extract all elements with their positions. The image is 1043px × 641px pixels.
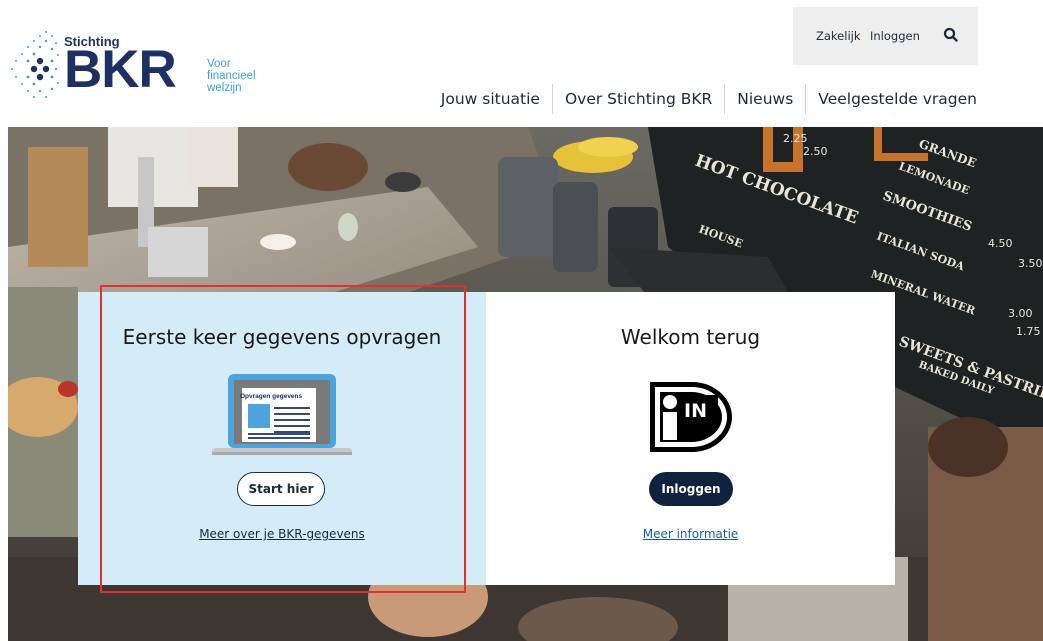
bkr-logo[interactable]: Stichting BKR Voor financieel welzijn <box>8 26 268 106</box>
zakelijk-link[interactable]: Zakelijk <box>816 29 861 43</box>
logo-bkr-text: BKR <box>64 40 177 99</box>
inloggen-link[interactable]: Inloggen <box>870 29 920 43</box>
logo-dots-icon <box>11 31 59 98</box>
chalkboard-price: 1.75 <box>1016 325 1041 338</box>
logo-tagline-line: welzijn <box>207 82 242 94</box>
inloggen-button[interactable]: Inloggen <box>649 472 733 506</box>
meer-informatie-link[interactable]: Meer informatie <box>643 527 739 541</box>
logo-tagline: Voor financieel welzijn <box>207 58 256 94</box>
chalkboard-price: 2.25 <box>783 132 808 145</box>
main-navigation: Jouw situatie Over Stichting BKR Nieuws … <box>441 84 977 114</box>
logo-tagline-line: Voor <box>207 58 231 70</box>
welcome-back-card: Welkom terug IN Inloggen Meer informatie <box>486 292 895 585</box>
chalkboard-price: 4.50 <box>988 237 1013 250</box>
highlight-box <box>100 285 466 593</box>
chalkboard-price: 3.00 <box>1008 307 1033 320</box>
logo-tagline-line: financieel <box>207 70 256 82</box>
idin-logo-icon: IN <box>648 380 734 454</box>
nav-item-nieuws[interactable]: Nieuws <box>724 84 805 114</box>
nav-item-veelgestelde-vragen[interactable]: Veelgestelde vragen <box>805 84 977 114</box>
chalkboard-price: 2.50 <box>803 145 828 158</box>
search-icon[interactable] <box>942 26 960 44</box>
utility-bar: Zakelijk Inloggen <box>793 7 978 65</box>
welcome-back-title: Welkom terug <box>620 325 761 349</box>
welcome-back-link-wrap: Meer informatie <box>486 527 895 541</box>
nav-item-over-stichting-bkr[interactable]: Over Stichting BKR <box>551 84 724 114</box>
chalkboard-price: 3.50 <box>1018 257 1043 270</box>
nav-item-jouw-situatie[interactable]: Jouw situatie <box>441 84 552 114</box>
idin-text: IN <box>684 400 707 422</box>
